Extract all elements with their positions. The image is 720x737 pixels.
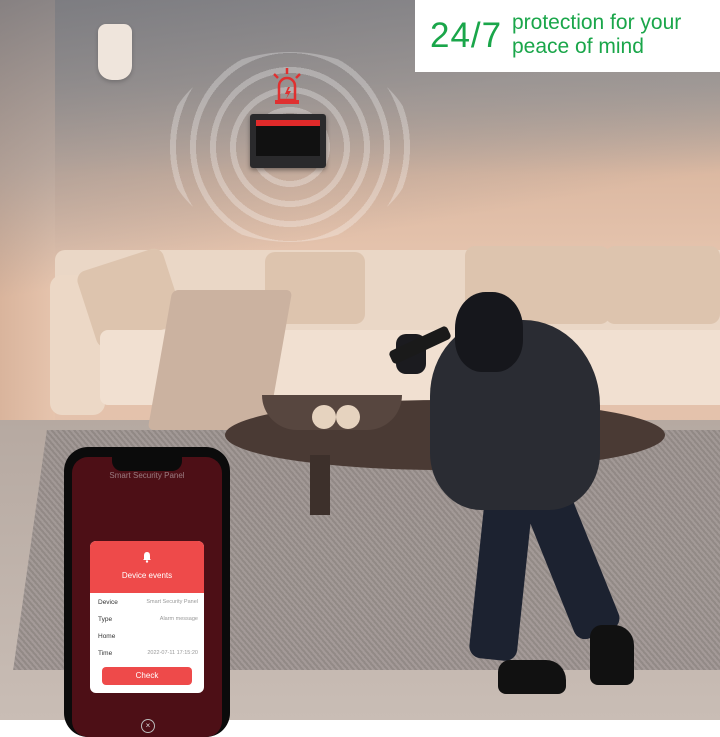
close-icon[interactable]: × xyxy=(141,719,155,733)
burglar-shoe xyxy=(590,625,634,685)
dialog-row-device: Device Smart Security Panel xyxy=(98,599,198,611)
bell-icon xyxy=(143,552,151,563)
phone-screen: Smart Security Panel Device events Devic… xyxy=(72,457,222,737)
security-panel-screen xyxy=(256,120,320,156)
burglar-shoe xyxy=(498,660,566,694)
banner-tagline: protection for your peace of mind xyxy=(512,11,682,58)
row-key: Time xyxy=(98,650,113,657)
check-button[interactable]: Check xyxy=(102,667,192,685)
dialog-row-home: Home xyxy=(98,633,198,645)
decor-ball xyxy=(312,405,336,429)
motion-sensor xyxy=(98,24,132,80)
dialog-row-type: Type Alarm message xyxy=(98,616,198,628)
security-panel-alert-bar xyxy=(256,120,320,126)
phone-notch xyxy=(112,457,182,471)
smartphone: Smart Security Panel Device events Devic… xyxy=(64,447,230,737)
security-panel xyxy=(250,114,326,168)
tagline-banner: 24/7 protection for your peace of mind xyxy=(415,0,720,72)
sofa-cushion xyxy=(605,246,720,324)
decor-ball xyxy=(336,405,360,429)
dialog-header: Device events xyxy=(90,541,204,593)
dialog-row-time: Time 2022-07-11 17:15:20 xyxy=(98,650,198,662)
banner-headline: 24/7 xyxy=(430,16,503,55)
row-value: Alarm message xyxy=(159,616,198,622)
siren-icon xyxy=(273,68,301,104)
row-value: 2022-07-11 17:15:20 xyxy=(147,650,198,656)
app-title: Smart Security Panel xyxy=(109,471,185,480)
device-events-dialog: Device events Device Smart Security Pane… xyxy=(90,541,204,693)
row-key: Home xyxy=(98,633,116,640)
coffee-table-leg xyxy=(310,455,330,515)
row-value: Smart Security Panel xyxy=(146,599,198,605)
row-key: Device xyxy=(98,599,118,606)
dialog-title: Device events xyxy=(121,571,173,580)
row-key: Type xyxy=(98,616,113,623)
burglar-head xyxy=(455,292,523,372)
